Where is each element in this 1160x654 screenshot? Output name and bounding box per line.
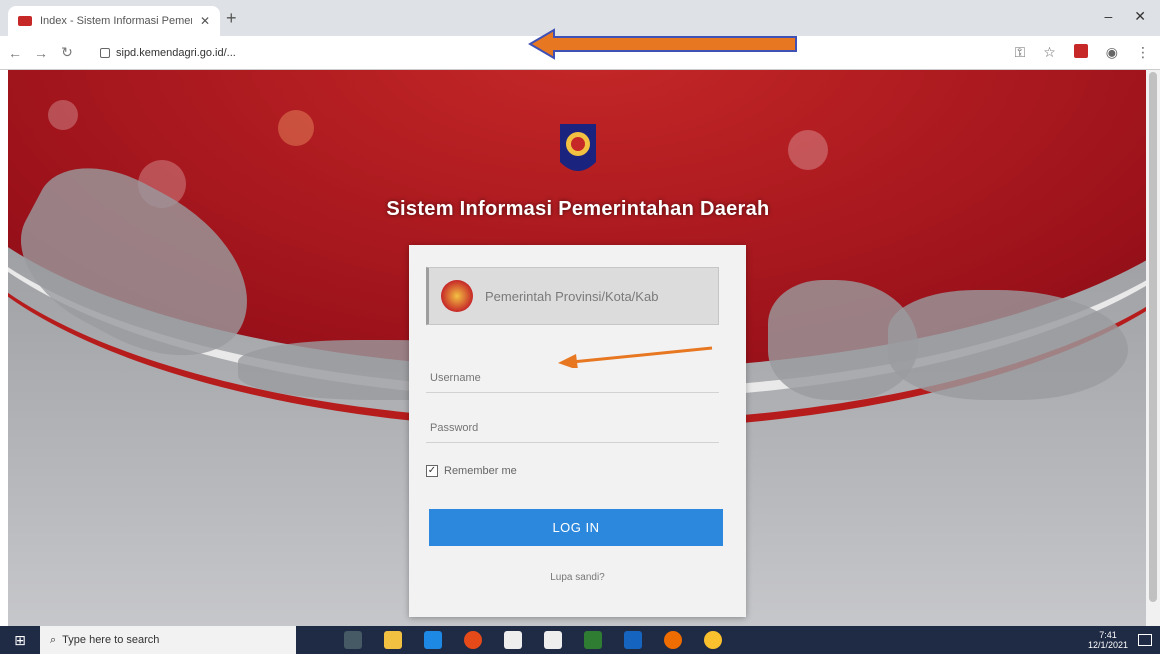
tab-title: Index - Sistem Informasi Pemerintahan Da… (40, 15, 192, 27)
toolbar-icons: ⚿ ☆ ◉ ⋮ (1015, 44, 1150, 61)
store-icon[interactable] (504, 631, 522, 649)
taskbar: ⊞ ⌕ Type here to search 7:41 12/1/2021 (0, 626, 1160, 654)
task-view-icon[interactable] (344, 631, 362, 649)
notification-icon[interactable] (1138, 634, 1152, 646)
window-controls: ‒ ✕ (1104, 8, 1146, 25)
browser-menu-button[interactable]: ⋮ (1136, 44, 1150, 61)
pemda-select[interactable]: Pemerintah Provinsi/Kota/Kab (426, 267, 719, 325)
mail-icon[interactable] (544, 631, 562, 649)
tab-close-button[interactable]: ✕ (200, 14, 210, 28)
system-tray: 7:41 12/1/2021 (1088, 626, 1152, 654)
search-placeholder: Type here to search (62, 634, 160, 646)
chrome-icon[interactable] (704, 631, 722, 649)
lock-icon (100, 48, 110, 58)
forward-button[interactable]: → (30, 45, 52, 61)
file-explorer-icon[interactable] (384, 631, 402, 649)
page-scrollbar[interactable] (1146, 70, 1160, 626)
taskbar-search[interactable]: ⌕ Type here to search (40, 626, 296, 654)
profile-icon[interactable]: ◉ (1106, 44, 1118, 61)
back-button[interactable]: ← (4, 45, 26, 61)
clock-date: 12/1/2021 (1087, 640, 1128, 650)
search-icon: ⌕ (50, 633, 57, 646)
scrollbar-thumb[interactable] (1149, 72, 1157, 602)
minimize-button[interactable]: ‒ (1104, 8, 1112, 25)
extension-icon[interactable] (1073, 44, 1088, 58)
chrome-icon[interactable] (464, 631, 482, 649)
login-card: Pemerintah Provinsi/Kota/Kab ✓ Remember … (409, 245, 746, 617)
remember-label: Remember me (444, 465, 517, 477)
bookmark-star-icon[interactable]: ☆ (1043, 44, 1056, 61)
edge-icon[interactable] (424, 631, 442, 649)
garuda-icon (441, 280, 473, 312)
bokeh-light (278, 110, 314, 146)
taskbar-clock[interactable]: 7:41 12/1/2021 (1088, 630, 1128, 650)
reload-button[interactable]: ↻ (56, 44, 78, 61)
new-tab-button[interactable]: + (226, 8, 237, 29)
clock-time: 7:41 (1099, 630, 1117, 640)
key-icon[interactable]: ⚿ (1015, 44, 1026, 61)
site-title: Sistem Informasi Pemerintahan Daerah (386, 198, 770, 220)
login-button[interactable]: LOG IN (429, 509, 723, 546)
url-text: sipd.kemendagri.go.id/... (116, 47, 236, 59)
pemda-label: Pemerintah Provinsi/Kota/Kab (485, 288, 659, 304)
start-button[interactable]: ⊞ (0, 626, 40, 654)
forgot-password-link[interactable]: Lupa sandi? (409, 572, 746, 583)
close-window-button[interactable]: ✕ (1134, 8, 1146, 25)
emblem-logo (560, 124, 596, 171)
remember-me[interactable]: ✓ Remember me (426, 465, 517, 477)
firefox-icon[interactable] (664, 631, 682, 649)
annotation-arrow-url (528, 28, 797, 60)
taskbar-apps (344, 631, 722, 649)
word-icon[interactable] (624, 631, 642, 649)
bokeh-light (48, 100, 78, 130)
excel-icon[interactable] (584, 631, 602, 649)
favicon-icon (18, 16, 32, 26)
browser-tab[interactable]: Index - Sistem Informasi Pemerintahan Da… (8, 6, 220, 36)
password-input[interactable] (426, 413, 719, 443)
remember-checkbox[interactable]: ✓ (426, 465, 438, 477)
bokeh-light (788, 130, 828, 170)
annotation-arrow-username (558, 346, 713, 368)
